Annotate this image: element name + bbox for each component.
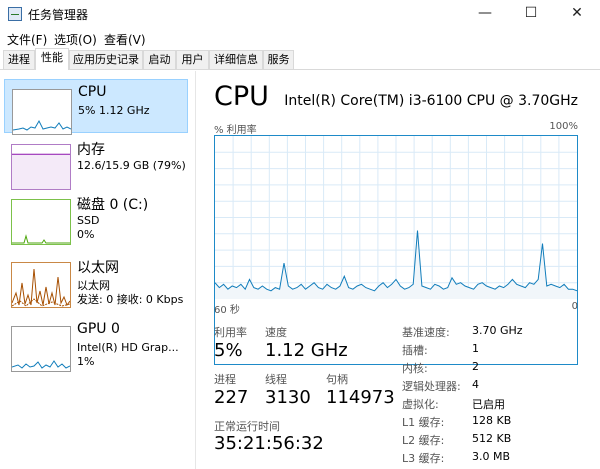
memory-thumbnail-svg: [12, 153, 70, 189]
cpu-thumbnail-svg: [13, 119, 71, 131]
window-title: 任务管理器: [28, 8, 89, 22]
spec-l1-cache-value: 128 KB: [472, 414, 512, 427]
spec-cores-value: 2: [472, 360, 479, 373]
sidebar-item-cpu[interactable]: CPU 5% 1.12 GHz: [4, 79, 188, 135]
menu-options[interactable]: 选项(O): [54, 31, 97, 48]
spec-l1-cache-label: L1 缓存:: [402, 416, 445, 429]
spec-base-speed-value: 3.70 GHz: [472, 324, 523, 337]
cpu-utilization-svg: [215, 136, 577, 299]
tab-startup[interactable]: 启动: [143, 50, 176, 70]
tab-users[interactable]: 用户: [176, 50, 209, 70]
spec-logical-processors-label: 逻辑处理器:: [402, 380, 461, 393]
spec-base-speed-label: 基准速度:: [402, 326, 450, 339]
uptime-label: 正常运行时间: [214, 420, 280, 433]
resource-sidebar: CPU 5% 1.12 GHz 内存 12.6/15.9 GB (79%) 磁盘…: [0, 71, 196, 469]
spec-l3-cache-label: L3 缓存:: [402, 452, 445, 465]
sidebar-item-label: GPU 0: [77, 321, 120, 337]
tab-processes[interactable]: 进程: [3, 50, 35, 70]
spec-l3-cache-value: 3.0 MB: [472, 450, 511, 463]
spec-l2-cache-label: L2 缓存:: [402, 434, 445, 447]
sidebar-item-detail-2: 1%: [77, 355, 95, 368]
sidebar-item-detail: SSD: [77, 214, 100, 227]
title-bar: 任务管理器 — ☐ ✕: [0, 0, 600, 28]
menu-bar: 文件(F) 选项(O) 查看(V): [0, 28, 600, 48]
menu-view[interactable]: 查看(V): [104, 31, 146, 48]
time-axis-start: 60 秒: [214, 305, 240, 316]
spec-cores-label: 内核:: [402, 362, 428, 375]
sidebar-item-ethernet[interactable]: 以太网 以太网 发送: 0 接收: 0 Kbps: [4, 253, 188, 308]
ethernet-thumbnail-graph: [11, 262, 71, 308]
threads-value: 3130: [265, 387, 311, 408]
tab-services[interactable]: 服务: [263, 50, 294, 70]
menu-file[interactable]: 文件(F): [7, 31, 47, 48]
sidebar-item-label: 以太网: [77, 260, 119, 276]
page-title: CPU: [214, 81, 269, 112]
cpu-detail-panel: CPU Intel(R) Core(TM) i3-6100 CPU @ 3.70…: [204, 71, 600, 469]
ethernet-thumbnail-svg: [12, 268, 70, 307]
tab-details[interactable]: 详细信息: [209, 50, 263, 70]
sidebar-item-detail-2: 发送: 0 接收: 0 Kbps: [77, 293, 184, 306]
handles-label: 句柄: [326, 373, 348, 386]
sidebar-item-gpu[interactable]: GPU 0 Intel(R) HD Grap... 1%: [4, 317, 188, 372]
task-manager-icon: [8, 7, 22, 21]
processes-value: 227: [214, 387, 249, 408]
threads-label: 线程: [265, 373, 287, 386]
sidebar-item-detail-2: 0%: [77, 228, 95, 241]
sidebar-item-detail: 5% 1.12 GHz: [78, 104, 150, 117]
sidebar-item-disk[interactable]: 磁盘 0 (C:) SSD 0%: [4, 190, 188, 245]
close-button[interactable]: ✕: [554, 0, 600, 28]
gpu-thumbnail-svg: [12, 360, 70, 369]
spec-l2-cache-value: 512 KB: [472, 432, 512, 445]
spec-virtualization-value: 已启用: [472, 398, 505, 411]
speed-value: 1.12 GHz: [265, 340, 348, 361]
maximize-button[interactable]: ☐: [508, 0, 554, 28]
utilization-axis-label: % 利用率: [214, 125, 257, 136]
spec-sockets-value: 1: [472, 342, 479, 355]
sidebar-item-detail: Intel(R) HD Grap...: [77, 341, 179, 354]
sidebar-item-label: 内存: [77, 142, 105, 158]
processes-label: 进程: [214, 373, 236, 386]
tab-bar: 进程 性能 应用历史记录 启动 用户 详细信息 服务: [0, 48, 600, 70]
disk-thumbnail-graph: [11, 199, 71, 245]
utilization-value: 5%: [214, 340, 243, 361]
minimize-button[interactable]: —: [462, 0, 508, 28]
disk-thumbnail-svg: [12, 234, 70, 244]
speed-label: 速度: [265, 326, 287, 339]
utilization-label: 利用率: [214, 326, 247, 339]
gpu-thumbnail-graph: [11, 326, 71, 372]
tab-app-history[interactable]: 应用历史记录: [69, 50, 143, 70]
uptime-value: 35:21:56:32: [214, 433, 324, 454]
time-axis-end: 0: [571, 301, 578, 312]
sidebar-item-memory[interactable]: 内存 12.6/15.9 GB (79%): [4, 135, 188, 190]
tab-performance[interactable]: 性能: [35, 48, 69, 70]
sidebar-item-label: CPU: [78, 84, 107, 100]
spec-logical-processors-value: 4: [472, 378, 479, 391]
sidebar-item-detail: 12.6/15.9 GB (79%): [77, 159, 186, 172]
spec-virtualization-label: 虚拟化:: [402, 398, 439, 411]
handles-value: 114973: [326, 387, 395, 408]
sidebar-item-label: 磁盘 0 (C:): [77, 197, 149, 213]
cpu-model-name: Intel(R) Core(TM) i3-6100 CPU @ 3.70GHz: [284, 93, 578, 109]
memory-thumbnail-graph: [11, 144, 71, 190]
spec-sockets-label: 插槽:: [402, 344, 428, 357]
utilization-axis-max: 100%: [549, 121, 578, 132]
cpu-thumbnail-graph: [12, 89, 72, 135]
